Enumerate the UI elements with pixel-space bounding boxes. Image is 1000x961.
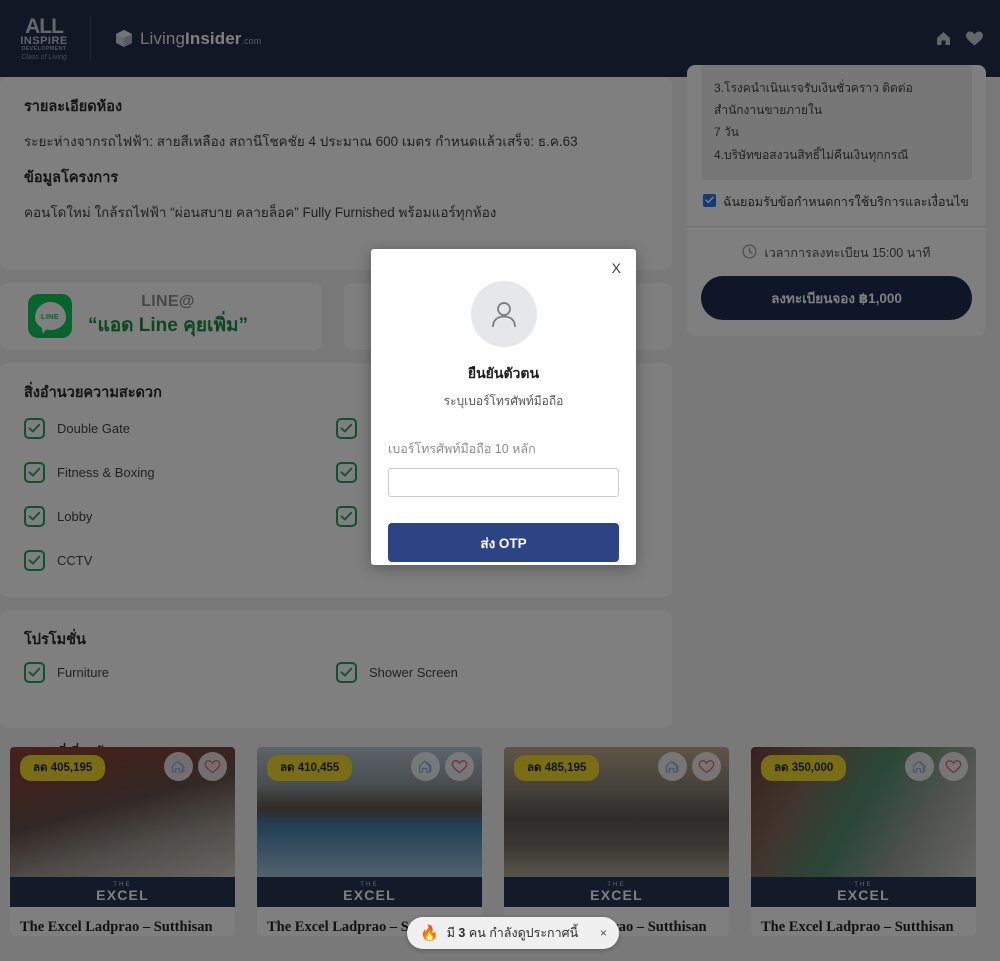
send-otp-button[interactable]: ส่ง OTP	[388, 523, 619, 562]
toast-suffix: คน กำลังดูประกาศนี้	[465, 926, 579, 940]
viewers-toast-text: มี 3 คน กำลังดูประกาศนี้	[447, 923, 590, 943]
otp-verification-modal: X ยืนยันตัวตน ระบุเบอร์โทรศัพท์มือถือ เบ…	[371, 249, 636, 565]
phone-input[interactable]	[388, 468, 619, 497]
phone-field-label: เบอร์โทรศัพท์มือถือ 10 หลัก	[388, 442, 536, 456]
toast-prefix: มี	[446, 926, 459, 940]
modal-title: ยืนยันตัวตน	[467, 365, 540, 381]
avatar	[470, 281, 537, 347]
page-root: ALL INSPIRE DEVELOPMENT Class of Living …	[0, 0, 1000, 961]
modal-subtitle: ระบุเบอร์โทรศัพท์มือถือ	[443, 394, 564, 408]
viewers-toast: 🔥 มี 3 คน กำลังดูประกาศนี้ ×	[407, 917, 619, 949]
close-icon[interactable]: ×	[598, 924, 609, 942]
close-icon[interactable]: X	[609, 258, 624, 278]
fire-icon: 🔥	[420, 924, 439, 942]
